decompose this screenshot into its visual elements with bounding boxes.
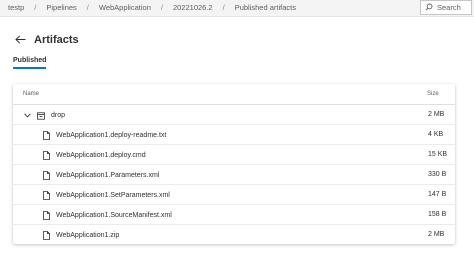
breadcrumb-item-pipelines[interactable]: Pipelines [46,3,76,12]
file-size: 2 MB [428,231,445,238]
breadcrumb: testp / Pipelines / WebApplication / 202… [8,3,296,12]
file-row[interactable]: WebApplication1.deploy-readme.txt 4 KB [13,125,455,145]
column-header-size[interactable]: Size [427,91,439,97]
file-name: WebApplication1.Parameters.xml [56,172,160,179]
file-size: 158 B [428,211,447,218]
file-row[interactable]: WebApplication1.SetParameters.xml 147 B [13,185,455,205]
artifact-folder-icon [37,111,45,120]
file-name: WebApplication1.SourceManifest.xml [56,212,172,219]
file-size: 15 KB [428,151,448,158]
table-header: Name Size [13,84,455,105]
breadcrumb-item-artifacts[interactable]: Published artifacts [235,3,296,12]
breadcrumb-separator: / [86,3,89,12]
breadcrumb-item-run[interactable]: 20221026.2 [173,3,213,12]
file-name: WebApplication1.zip [56,232,120,239]
file-icon [42,211,50,220]
file-name-cell: WebApplication1.zip [42,231,119,240]
artifacts-table: Name Size drop 2 MB WebApplication1.depl… [13,84,455,244]
file-name: WebApplication1.deploy-readme.txt [56,132,167,139]
page-title: Artifacts [34,34,79,46]
search-icon [425,3,437,13]
search-placeholder: Search [437,3,461,12]
file-row[interactable]: WebApplication1.Parameters.xml 330 B [13,165,455,185]
file-name-cell: WebApplication1.SourceManifest.xml [42,211,172,220]
folder-size: 2 MB [428,111,445,118]
search-box[interactable]: Search [420,0,472,15]
file-icon [42,131,50,140]
file-row[interactable]: WebApplication1.deploy.cmd 15 KB [13,145,455,165]
file-size: 4 KB [428,131,444,138]
page-header: Artifacts [14,34,79,46]
file-icon [42,231,50,240]
file-row[interactable]: WebApplication1.SourceManifest.xml 158 B [13,205,455,225]
tab-published[interactable]: Published [13,57,47,69]
breadcrumb-separator: / [34,3,37,12]
file-icon [42,191,50,200]
top-bar: testp / Pipelines / WebApplication / 202… [0,0,474,17]
column-header-name[interactable]: Name [23,91,39,97]
file-size: 147 B [428,191,447,198]
breadcrumb-item-project[interactable]: testp [8,3,24,12]
folder-row-drop[interactable]: drop 2 MB [13,105,455,125]
file-name-cell: WebApplication1.deploy.cmd [42,151,146,160]
file-name-cell: WebApplication1.SetParameters.xml [42,191,170,200]
back-button[interactable] [14,34,26,46]
file-row[interactable]: WebApplication1.zip 2 MB [13,225,455,245]
folder-name-cell: drop [23,111,65,120]
chevron-down-icon[interactable] [23,112,31,120]
file-icon [42,151,50,160]
file-name: WebApplication1.deploy.cmd [56,152,146,159]
file-icon [42,171,50,180]
file-name-cell: WebApplication1.Parameters.xml [42,171,159,180]
arrow-left-icon [14,31,26,49]
breadcrumb-item-pipeline[interactable]: WebApplication [99,3,151,12]
folder-name: drop [51,112,66,119]
breadcrumb-separator: / [222,3,225,12]
file-name: WebApplication1.SetParameters.xml [56,192,170,199]
file-name-cell: WebApplication1.deploy-readme.txt [42,131,166,140]
breadcrumb-separator: / [160,3,163,12]
file-size: 330 B [428,171,447,178]
